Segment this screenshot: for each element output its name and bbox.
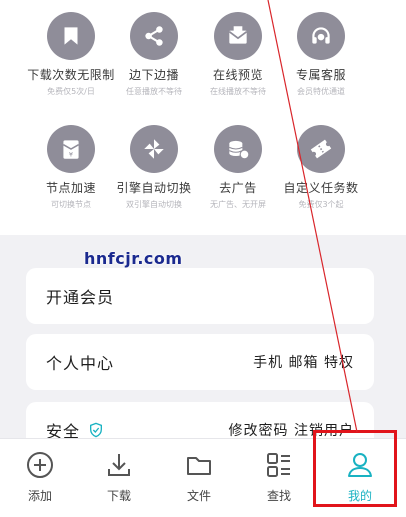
nav-search-label: 查找	[266, 489, 291, 503]
menu-open-vip-label: 开通会员	[46, 288, 115, 307]
search-grid-icon	[267, 453, 290, 477]
feature-custom-task-count[interactable]: 自定义任务数 免费仅3个起	[271, 125, 371, 210]
watermark-text: hnfcjr.com	[84, 249, 183, 268]
ticket-icon	[297, 125, 345, 173]
feature-sub: 会员特优通道	[297, 87, 345, 96]
coin-envelope-icon: ¥	[47, 125, 95, 173]
nav-search[interactable]: 查找	[239, 449, 319, 504]
feature-dedicated-support[interactable]: 专属客服 会员特优通道	[271, 12, 371, 97]
headset-icon	[297, 12, 345, 60]
nav-add[interactable]: 添加	[0, 449, 80, 504]
share-icon	[130, 12, 178, 60]
nav-files[interactable]: 文件	[159, 449, 239, 504]
nav-files-label: 文件	[186, 489, 211, 503]
nav-add-label: 添加	[27, 489, 52, 503]
nav-download-label: 下载	[106, 489, 131, 503]
shield-check-icon	[90, 422, 103, 438]
feature-label: 自定义任务数	[283, 181, 359, 195]
menu-open-vip[interactable]: 开通会员	[26, 268, 374, 324]
menu-personal-center[interactable]: 个人中心 手机 邮箱 特权	[26, 334, 374, 390]
coins-icon	[214, 125, 262, 173]
add-icon	[27, 452, 53, 478]
feature-label: 专属客服	[295, 68, 346, 82]
svg-text:¥: ¥	[69, 151, 73, 159]
download-icon	[108, 454, 130, 476]
feature-sub: 免费仅3个起	[298, 200, 344, 209]
nav-download[interactable]: 下载	[79, 449, 159, 504]
menu-personal-center-label: 个人中心	[46, 354, 115, 373]
bookmark-icon	[47, 12, 95, 60]
menu-personal-center-detail: 手机 邮箱 特权	[253, 355, 354, 371]
folder-icon	[187, 457, 211, 475]
pinwheel-icon	[130, 125, 178, 173]
mail-icon	[214, 12, 262, 60]
annotation-highlight-box	[313, 430, 397, 507]
vip-feature-grid: 下载次数无限制 免费仅5次/日 边下边播 任意播放不等待 在线预览 在线播放不等…	[0, 0, 406, 235]
